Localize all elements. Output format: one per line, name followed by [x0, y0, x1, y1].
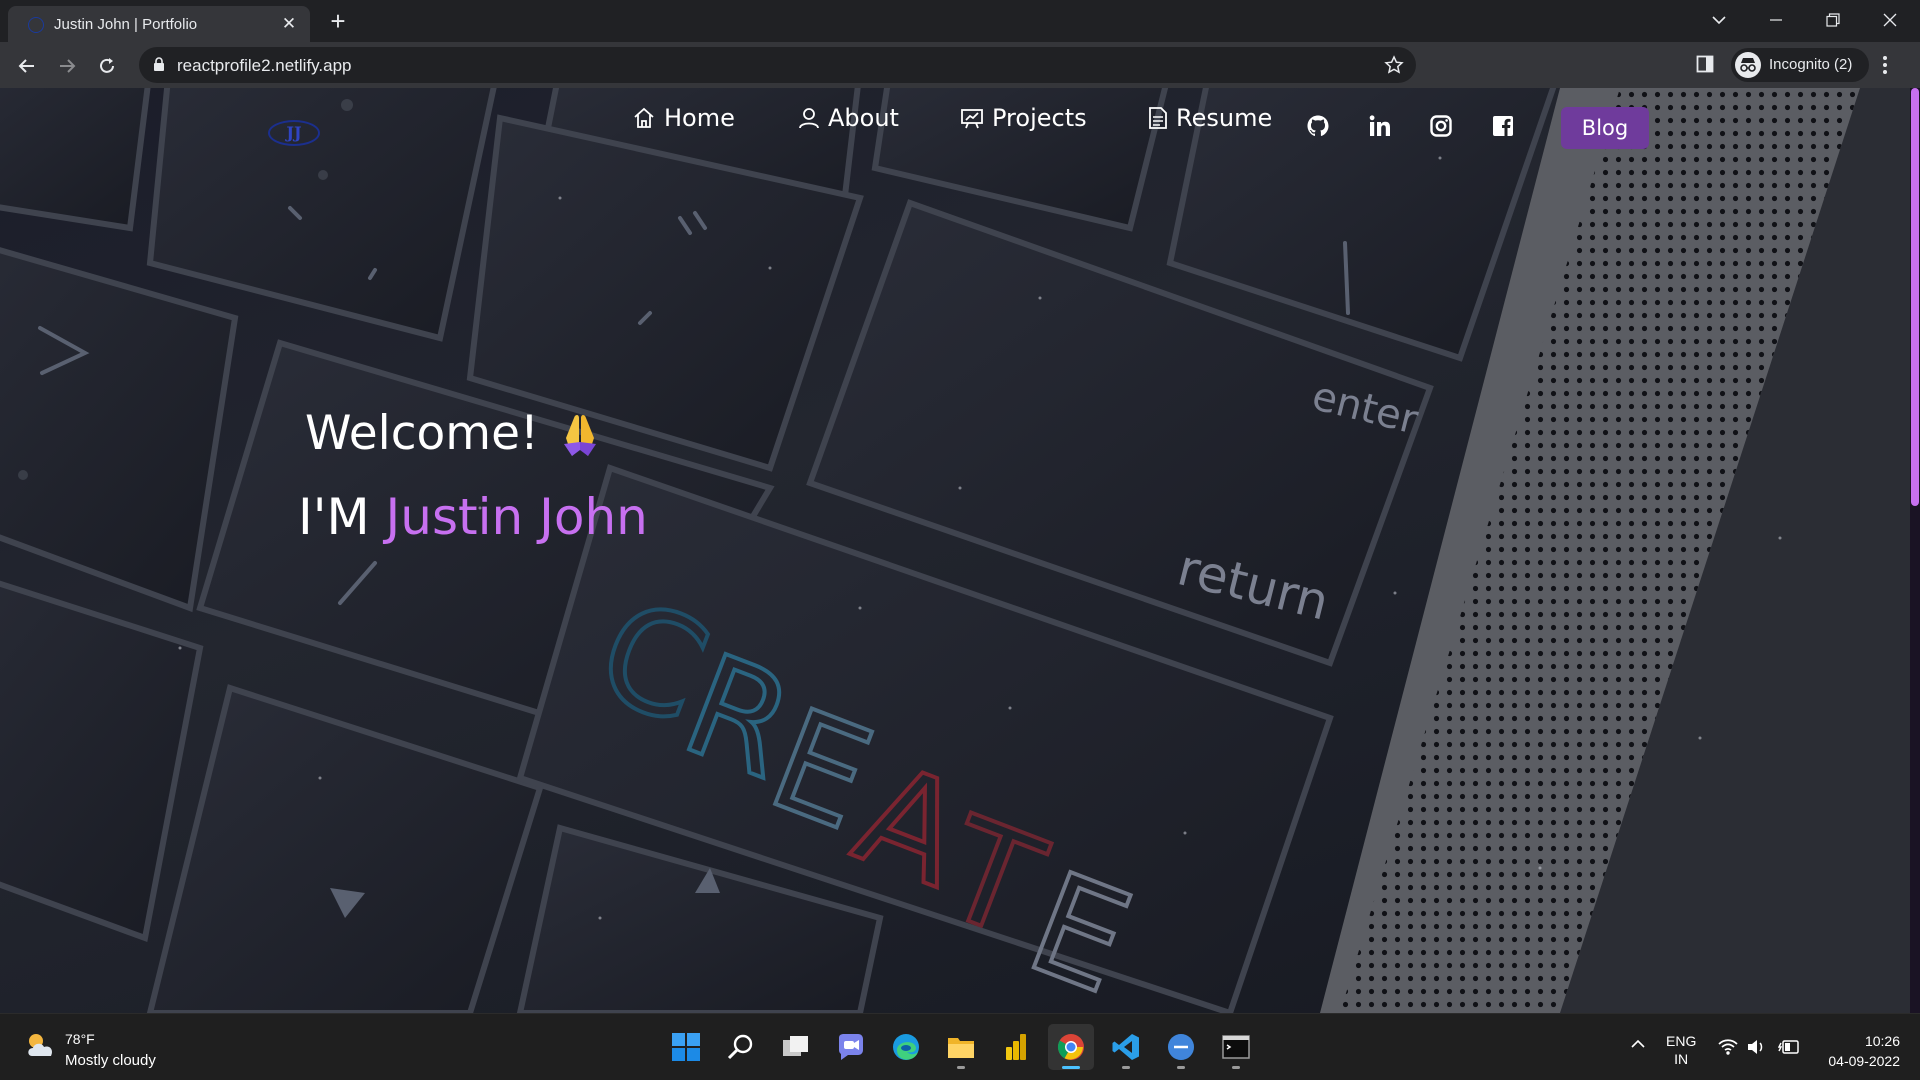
canva-icon [1168, 1034, 1194, 1060]
language-indicator[interactable]: ENG IN [1666, 1032, 1696, 1068]
weather-description[interactable]: Mostly cloudy [65, 1052, 156, 1069]
user-icon [799, 108, 819, 129]
edge-icon [893, 1034, 919, 1060]
chrome-icon [1057, 1034, 1084, 1060]
wifi-icon[interactable] [1718, 1038, 1738, 1056]
hero-name-line: I'M Justin John [298, 488, 648, 546]
browser-tab[interactable]: Justin John | Portfolio ✕ [8, 6, 310, 42]
document-icon [1149, 107, 1167, 129]
restore-button[interactable] [1817, 6, 1849, 34]
page-scrollbar[interactable] [1910, 88, 1920, 1013]
address-bar[interactable]: reactprofile2.netlify.app [139, 47, 1416, 83]
blog-button[interactable]: Blog [1561, 107, 1649, 149]
hero-name: Justin John [385, 488, 648, 546]
search-icon [727, 1034, 753, 1060]
instagram-icon[interactable] [1429, 114, 1453, 138]
arrow-right-icon [60, 59, 76, 73]
close-icon [1883, 13, 1897, 27]
file-explorer-button[interactable] [938, 1024, 984, 1070]
start-button[interactable] [663, 1024, 709, 1070]
chrome-button[interactable] [1048, 1024, 1094, 1070]
scrollbar-thumb[interactable] [1911, 88, 1919, 506]
side-panel-icon[interactable] [1696, 55, 1714, 73]
incognito-label: Incognito (2) [1769, 56, 1853, 73]
start-icon [672, 1033, 700, 1061]
minimize-button[interactable] [1760, 6, 1792, 34]
new-tab-button[interactable]: + [324, 8, 352, 36]
favicon-icon [28, 17, 44, 33]
power-bi-button[interactable] [993, 1024, 1039, 1070]
running-indicator [1232, 1066, 1240, 1069]
incognito-icon [1735, 52, 1761, 78]
incognito-profile-button[interactable]: Incognito (2) [1731, 48, 1869, 82]
browser-toolbar: reactprofile2.netlify.app Incognito (2) [0, 42, 1920, 88]
lock-icon[interactable] [153, 57, 165, 72]
nav-resume-link[interactable]: Resume [1148, 100, 1272, 136]
terminal-icon [1222, 1035, 1250, 1059]
clock-time: 10:26 [1864, 1033, 1900, 1049]
taskbar: 78°F Mostly cloudy ENG IN 10:26 04-09-20… [0, 1013, 1920, 1080]
restore-icon [1826, 13, 1840, 27]
chevron-down-icon [1712, 16, 1726, 25]
running-indicator [1177, 1066, 1185, 1069]
volume-icon[interactable] [1746, 1038, 1766, 1056]
tab-title: Justin John | Portfolio [54, 16, 198, 33]
language-code: ENG [1666, 1033, 1697, 1049]
nav-projects-label: Projects [992, 104, 1087, 132]
running-indicator [1122, 1066, 1130, 1069]
tab-search-button[interactable] [1703, 6, 1735, 34]
active-indicator [1062, 1066, 1080, 1069]
nav-home-label: Home [664, 104, 735, 132]
terminal-button[interactable] [1213, 1024, 1259, 1070]
linkedin-icon[interactable] [1368, 114, 1392, 138]
reload-button[interactable] [92, 51, 122, 81]
github-icon[interactable] [1306, 114, 1330, 138]
taskbar-search-button[interactable] [718, 1024, 764, 1070]
page-viewport: enter return C R E A T E JJ Home About P… [0, 88, 1920, 1013]
task-view-button[interactable] [773, 1024, 819, 1070]
folded-hands-icon [564, 415, 596, 456]
chevron-up-icon[interactable] [1630, 1036, 1646, 1052]
hero-welcome: Welcome! [305, 406, 539, 461]
canva-button[interactable] [1158, 1024, 1204, 1070]
power-bi-icon [1006, 1034, 1026, 1060]
bookmark-star-icon[interactable] [1384, 55, 1404, 75]
system-clock[interactable]: 10:26 04-09-2022 [1828, 1031, 1900, 1071]
nav-projects-link[interactable]: Projects [960, 100, 1087, 136]
nav-home-link[interactable]: Home [632, 100, 735, 136]
task-view-icon [783, 1036, 808, 1056]
battery-icon[interactable] [1778, 1038, 1800, 1056]
close-window-button[interactable] [1874, 6, 1906, 34]
nav-about-label: About [828, 104, 899, 132]
file-explorer-icon [948, 1038, 974, 1058]
reload-icon [100, 58, 114, 73]
chat-icon [839, 1034, 863, 1060]
projects-icon [961, 109, 983, 129]
weather-temperature[interactable]: 78°F [65, 1031, 95, 1047]
clock-date: 04-09-2022 [1828, 1053, 1900, 1069]
close-tab-icon[interactable]: ✕ [278, 13, 300, 35]
facebook-icon[interactable] [1491, 114, 1515, 138]
edge-button[interactable] [883, 1024, 929, 1070]
site-logo[interactable]: JJ [268, 120, 320, 146]
arrow-left-icon [18, 59, 34, 73]
minimize-icon [1770, 19, 1782, 21]
back-button[interactable] [12, 51, 42, 81]
vscode-button[interactable] [1103, 1024, 1149, 1070]
running-indicator [957, 1066, 965, 1069]
weather-cloud-icon[interactable] [24, 1030, 58, 1060]
vscode-icon [1112, 1034, 1139, 1060]
keyboard-background-image: enter return C R E A T E [0, 88, 1910, 1013]
nav-resume-label: Resume [1176, 104, 1273, 132]
more-menu-icon[interactable] [1882, 54, 1888, 76]
hero-im: I'M [298, 488, 370, 546]
forward-button[interactable] [52, 51, 82, 81]
nav-about-link[interactable]: About [798, 100, 899, 136]
chat-button[interactable] [828, 1024, 874, 1070]
tab-strip: Justin John | Portfolio ✕ + [0, 0, 1920, 42]
url-text[interactable]: reactprofile2.netlify.app [177, 56, 352, 76]
region-code: IN [1674, 1051, 1689, 1067]
home-icon [634, 107, 654, 128]
